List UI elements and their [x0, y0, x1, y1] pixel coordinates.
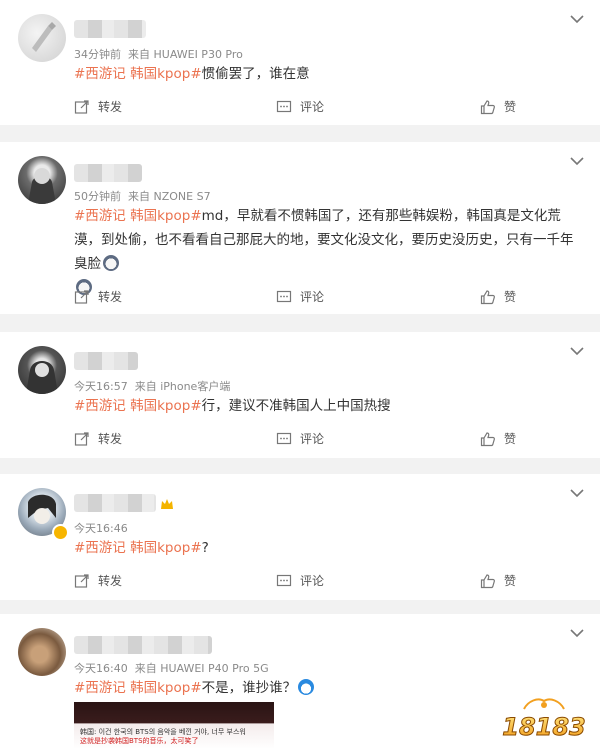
repost-icon: [74, 289, 89, 304]
repost-button[interactable]: 转发: [74, 572, 122, 589]
chevron-down-icon[interactable]: [570, 488, 584, 498]
username-blurred[interactable]: [74, 494, 156, 512]
comment-button[interactable]: 评论: [276, 288, 324, 305]
comment-source: 来自 iPhone客户端: [134, 380, 231, 393]
comment-actions: 转发 评论 赞: [0, 430, 600, 452]
comment-time: 今天16:40: [74, 662, 128, 675]
comment-icon: [276, 574, 292, 586]
comment-body: 行，建议不准韩国人上中国热搜: [201, 398, 391, 414]
repost-label: 转发: [98, 100, 123, 114]
hashtag-link[interactable]: #西游记 韩国kpop#: [74, 66, 202, 82]
like-button[interactable]: 赞: [480, 430, 516, 447]
comment-source: 来自 HUAWEI P40 Pro 5G: [134, 662, 269, 675]
comment-text: #西游记 韩国kpop#惯偷罢了，谁在意: [74, 62, 584, 86]
thumbs-up-icon: [480, 99, 495, 114]
comment-time: 34分钟前: [74, 48, 121, 61]
username-blurred[interactable]: [74, 20, 146, 38]
image-caption-korean: 韩国: 이건 한국의 BTS의 음악을 베낀 거야, 너무 부스워: [80, 728, 246, 736]
comment-label: 评论: [300, 432, 325, 446]
repost-icon: [74, 573, 89, 588]
like-button[interactable]: 赞: [480, 98, 516, 115]
repost-button[interactable]: 转发: [74, 430, 122, 447]
comment-time: 今天16:57: [74, 380, 128, 393]
verified-badge-icon: [52, 524, 69, 541]
repost-label: 转发: [98, 290, 123, 304]
comment-icon: [276, 100, 292, 112]
comment-button[interactable]: 评论: [276, 572, 324, 589]
emoji-icon: [103, 255, 119, 271]
chevron-down-icon[interactable]: [570, 14, 584, 24]
comment-card: 34分钟前 来自 HUAWEI P30 Pro #西游记 韩国kpop#惯偷罢了…: [0, 0, 600, 125]
like-button[interactable]: 赞: [480, 572, 516, 589]
chevron-down-icon[interactable]: [570, 346, 584, 356]
username-blurred[interactable]: [74, 636, 212, 654]
comment-button[interactable]: 评论: [276, 430, 324, 447]
hashtag-link[interactable]: #西游记 韩国kpop#: [74, 680, 202, 696]
crown-icon: [161, 499, 173, 509]
image-caption: 韩国: 이건 한국의 BTS의 음악을 베낀 거야, 너무 부스워 这就是抄袭韩…: [80, 728, 270, 746]
site-watermark-logo: 18183: [502, 698, 586, 741]
chevron-down-icon[interactable]: [570, 156, 584, 166]
like-button[interactable]: 赞: [480, 288, 516, 305]
comment-body: ?: [201, 540, 209, 556]
like-label: 赞: [504, 100, 517, 114]
comment-button[interactable]: 评论: [276, 98, 324, 115]
username-blurred[interactable]: [74, 352, 138, 370]
comment-text: #西游记 韩国kpop#md，早就看不惯韩国了，还有那些韩娱粉，韩国真是文化荒漠…: [74, 204, 584, 300]
comment-time: 今天16:46: [74, 522, 128, 535]
image-caption-chinese: 这就是抄袭韩国BTS的音乐，太可笑了: [80, 737, 199, 745]
like-label: 赞: [504, 290, 517, 304]
avatar[interactable]: [18, 628, 66, 676]
comment-body: 惯偷罢了，谁在意: [201, 66, 310, 82]
comment-card: 50分钟前 来自 NZONE S7 #西游记 韩国kpop#md，早就看不惯韩国…: [0, 142, 600, 314]
comment-source: 来自 NZONE S7: [128, 190, 211, 203]
comment-actions: 转发 评论 赞: [0, 572, 600, 594]
comment-label: 评论: [300, 100, 325, 114]
comment-meta: 今天16:40 来自 HUAWEI P40 Pro 5G: [74, 660, 269, 676]
comment-icon: [276, 290, 292, 302]
comment-actions: 转发 评论 赞: [0, 98, 600, 120]
repost-icon: [74, 99, 89, 114]
thumbs-up-icon: [480, 289, 495, 304]
repost-label: 转发: [98, 574, 123, 588]
thumbs-up-icon: [480, 431, 495, 446]
comment-meta: 34分钟前 来自 HUAWEI P30 Pro: [74, 46, 243, 62]
attached-image[interactable]: 韩国: 이건 한국의 BTS의 음악을 베낀 거야, 너무 부스워 这就是抄袭韩…: [74, 702, 274, 749]
repost-label: 转发: [98, 432, 123, 446]
comment-meta: 今天16:57 来自 iPhone客户端: [74, 378, 230, 394]
avatar[interactable]: [18, 346, 66, 394]
comment-meta: 今天16:46: [74, 520, 128, 536]
comment-icon: [276, 432, 292, 444]
repost-button[interactable]: 转发: [74, 98, 122, 115]
like-label: 赞: [504, 574, 517, 588]
avatar[interactable]: [18, 156, 66, 204]
comment-card: 今天16:46 #西游记 韩国kpop#? 转发 评论 赞: [0, 474, 600, 600]
comment-source: 来自 HUAWEI P30 Pro: [128, 48, 243, 61]
chevron-down-icon[interactable]: [570, 628, 584, 638]
comment-meta: 50分钟前 来自 NZONE S7: [74, 188, 211, 204]
comment-text: #西游记 韩国kpop#行，建议不准韩国人上中国热搜: [74, 394, 584, 418]
repost-icon: [74, 431, 89, 446]
comment-label: 评论: [300, 574, 325, 588]
hashtag-link[interactable]: #西游记 韩国kpop#: [74, 398, 202, 414]
comment-actions: 转发 评论 赞: [0, 288, 600, 310]
comment-text: #西游记 韩国kpop#?: [74, 536, 584, 560]
comment-label: 评论: [300, 290, 325, 304]
hashtag-link[interactable]: #西游记 韩国kpop#: [74, 208, 202, 224]
comment-body: 不是，谁抄谁？: [201, 680, 297, 696]
thumbs-up-icon: [480, 573, 495, 588]
like-label: 赞: [504, 432, 517, 446]
avatar[interactable]: [18, 14, 66, 62]
doraemon-emoji-icon: [298, 679, 315, 695]
comment-card: 今天16:57 来自 iPhone客户端 #西游记 韩国kpop#行，建议不准韩…: [0, 332, 600, 458]
repost-button[interactable]: 转发: [74, 288, 122, 305]
watermark-text: 18183: [502, 713, 586, 741]
hashtag-link[interactable]: #西游记 韩国kpop#: [74, 540, 202, 556]
username-blurred[interactable]: [74, 164, 142, 182]
comment-time: 50分钟前: [74, 190, 121, 203]
